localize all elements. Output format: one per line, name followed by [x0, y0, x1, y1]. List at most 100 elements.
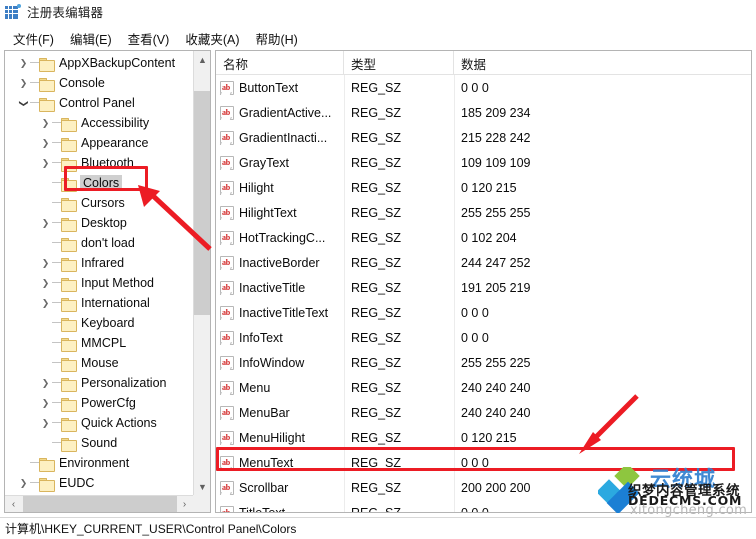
table-row[interactable]: ab InactiveBorder REG_SZ 244 247 252 — [216, 250, 751, 275]
tree-vertical-scrollbar[interactable]: ▲ ▼ — [193, 51, 210, 495]
table-row[interactable]: ab TitleText REG_SZ 0 0 0 — [216, 500, 751, 513]
menu-file[interactable]: 文件(F) — [6, 28, 63, 49]
tree-item-desktop[interactable]: ❯ Desktop — [5, 213, 193, 233]
value-name-cell: ab Menu — [216, 380, 344, 395]
tree-guide-line — [52, 373, 61, 393]
tree-item-international[interactable]: ❯ International — [5, 293, 193, 313]
tree-item-mouse[interactable]: Mouse — [5, 353, 193, 373]
table-row[interactable]: ab GrayText REG_SZ 109 109 109 — [216, 150, 751, 175]
value-name-text: GrayText — [239, 155, 290, 170]
folder-icon — [61, 237, 77, 252]
value-type-cell: REG_SZ — [351, 130, 402, 145]
table-row[interactable]: ab HotTrackingC... REG_SZ 0 102 204 — [216, 225, 751, 250]
scroll-left-icon[interactable]: ‹ — [5, 496, 22, 512]
folder-icon — [61, 257, 77, 272]
tree-horizontal-scrollbar[interactable]: ‹ › — [5, 495, 210, 512]
table-row[interactable]: ab GradientInacti... REG_SZ 215 228 242 — [216, 125, 751, 150]
value-name-text: Menu — [239, 380, 271, 395]
chevron-right-icon[interactable]: ❯ — [39, 138, 52, 148]
tree-item-mmcpl[interactable]: MMCPL — [5, 333, 193, 353]
value-data-cell: 109 109 109 — [461, 155, 531, 170]
tree-item-infrared[interactable]: ❯ Infrared — [5, 253, 193, 273]
table-row[interactable]: ab Menu REG_SZ 240 240 240 — [216, 375, 751, 400]
tree-item-label: Accessibility — [81, 116, 150, 130]
tree-item-colors[interactable]: Colors — [5, 173, 193, 193]
tree-item-appearance[interactable]: ❯ Appearance — [5, 133, 193, 153]
tree-item-console[interactable]: ❯ Console — [5, 73, 193, 93]
chevron-right-icon[interactable]: ❯ — [17, 58, 30, 68]
value-name-cell: ab GradientActive... — [216, 105, 344, 120]
tree-hscroll-thumb[interactable] — [23, 496, 177, 512]
tree-item-quick-actions[interactable]: ❯ Quick Actions — [5, 413, 193, 433]
tree-item-control-panel[interactable]: ❯ Control Panel — [5, 93, 193, 113]
tree-guide-line — [52, 413, 61, 433]
table-row[interactable]: ab InfoWindow REG_SZ 255 255 225 — [216, 350, 751, 375]
folder-icon — [61, 117, 77, 132]
column-header-type[interactable]: 类型 — [344, 51, 454, 75]
table-row[interactable]: ab HilightText REG_SZ 255 255 255 — [216, 200, 751, 225]
chevron-down-icon[interactable]: ❯ — [19, 97, 29, 110]
chevron-right-icon[interactable]: ❯ — [39, 398, 52, 408]
chevron-right-icon[interactable]: ❯ — [39, 418, 52, 428]
menu-view[interactable]: 查看(V) — [121, 28, 179, 49]
menu-favorites[interactable]: 收藏夹(A) — [178, 28, 248, 49]
tree-item-label: Desktop — [81, 216, 127, 230]
value-name-text: InactiveTitleText — [239, 305, 329, 320]
chevron-right-icon[interactable]: ❯ — [39, 218, 52, 228]
tree-item-label: Personalization — [81, 376, 167, 390]
column-header-name[interactable]: 名称 — [216, 51, 344, 75]
tree-item-keyboard[interactable]: Keyboard — [5, 313, 193, 333]
string-value-icon: ab — [220, 205, 234, 220]
tree-item-sound[interactable]: Sound — [5, 433, 193, 453]
scroll-right-icon[interactable]: › — [176, 496, 193, 512]
tree-vscroll-thumb[interactable] — [194, 91, 210, 315]
value-name-cell: ab InactiveBorder — [216, 255, 344, 270]
column-header-data[interactable]: 数据 — [454, 51, 751, 75]
tree-item-accessibility[interactable]: ❯ Accessibility — [5, 113, 193, 133]
table-row[interactable]: ab Scrollbar REG_SZ 200 200 200 — [216, 475, 751, 500]
tree-item-input-method[interactable]: ❯ Input Method — [5, 273, 193, 293]
tree-item-bluetooth[interactable]: ❯ Bluetooth — [5, 153, 193, 173]
menu-help[interactable]: 帮助(H) — [248, 28, 306, 49]
table-row[interactable]: ab InfoText REG_SZ 0 0 0 — [216, 325, 751, 350]
table-row[interactable]: ab InactiveTitle REG_SZ 191 205 219 — [216, 275, 751, 300]
table-row[interactable]: ab ButtonText REG_SZ 0 0 0 — [216, 75, 751, 100]
chevron-right-icon[interactable]: ❯ — [39, 158, 52, 168]
registry-tree-list: ❯ AppXBackupContent ❯ Console ❯ Control Panel… — [5, 51, 193, 495]
string-value-icon: ab — [220, 505, 234, 512]
chevron-right-icon[interactable]: ❯ — [17, 478, 30, 488]
value-type-cell: REG_SZ — [351, 180, 402, 195]
menu-edit[interactable]: 编辑(E) — [63, 28, 121, 49]
tree-item-cursors[interactable]: Cursors — [5, 193, 193, 213]
table-row[interactable]: ab MenuBar REG_SZ 240 240 240 — [216, 400, 751, 425]
tree-item-eudc[interactable]: ❯ EUDC — [5, 473, 193, 493]
chevron-right-icon[interactable]: ❯ — [17, 78, 30, 88]
tree-item-powercfg[interactable]: ❯ PowerCfg — [5, 393, 193, 413]
scroll-up-icon[interactable]: ▲ — [194, 51, 210, 68]
chevron-right-icon[interactable]: ❯ — [39, 378, 52, 388]
chevron-right-icon[interactable]: ❯ — [39, 118, 52, 128]
value-data-cell: 0 0 0 — [461, 305, 489, 320]
table-row[interactable]: ab GradientActive... REG_SZ 185 209 234 — [216, 100, 751, 125]
tree-item-environment[interactable]: Environment — [5, 453, 193, 473]
value-name-cell: ab GrayText — [216, 155, 344, 170]
table-row[interactable]: ab Hilight REG_SZ 0 120 215 — [216, 175, 751, 200]
chevron-right-icon[interactable]: ❯ — [39, 298, 52, 308]
registry-icon — [5, 3, 21, 19]
value-type-cell: REG_SZ — [351, 230, 402, 245]
value-name-cell: ab TitleText — [216, 505, 344, 512]
folder-icon — [39, 477, 55, 492]
tree-item-don-t-load[interactable]: don't load — [5, 233, 193, 253]
tree-item-label: Appearance — [81, 136, 149, 150]
tree-item-label: don't load — [81, 236, 135, 250]
tree-item-personalization[interactable]: ❯ Personalization — [5, 373, 193, 393]
value-type-cell: REG_SZ — [351, 505, 402, 513]
tree-item-appxbackupcontent[interactable]: ❯ AppXBackupContent — [5, 53, 193, 73]
table-row[interactable]: ab MenuText REG_SZ 0 0 0 — [216, 450, 751, 475]
chevron-right-icon[interactable]: ❯ — [39, 258, 52, 268]
scroll-down-icon[interactable]: ▼ — [194, 478, 210, 495]
table-row[interactable]: ab InactiveTitleText REG_SZ 0 0 0 — [216, 300, 751, 325]
value-data-cell: 240 240 240 — [461, 380, 531, 395]
chevron-right-icon[interactable]: ❯ — [39, 278, 52, 288]
table-row[interactable]: ab MenuHilight REG_SZ 0 120 215 — [216, 425, 751, 450]
